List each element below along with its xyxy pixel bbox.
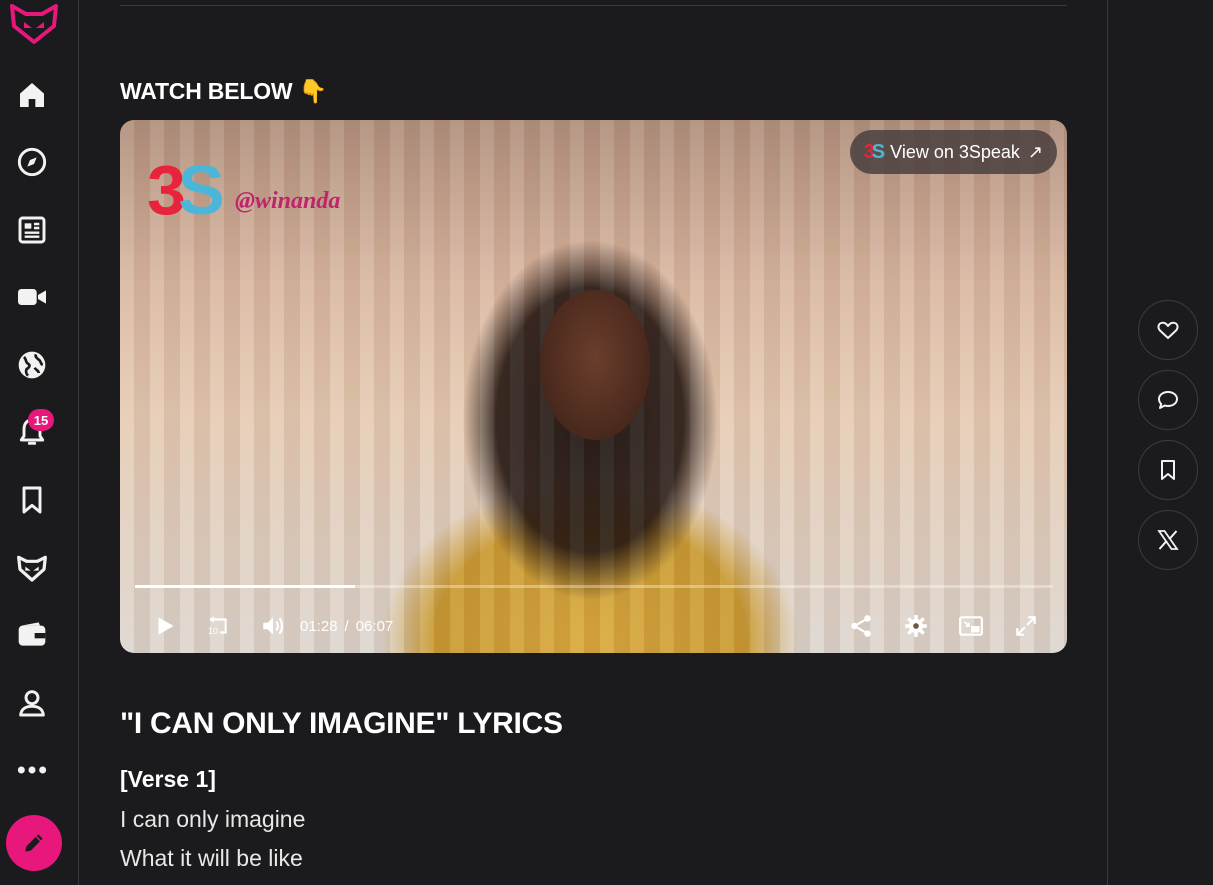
pip-icon [958,613,984,639]
current-time: 01:28 [300,617,338,635]
fox-icon[interactable] [14,550,50,586]
video-controls: 10 01:28 / 06:07 [120,608,1067,644]
post-content: WATCH BELOW 👇 3S @winanda 3S View on 3Sp… [79,0,1107,885]
lyric-line: I can only imagine [120,806,306,832]
pencil-icon [21,830,47,856]
divider [1107,0,1108,885]
time-display: 01:28 / 06:07 [300,608,393,644]
watch-heading: WATCH BELOW 👇 [120,78,328,104]
duration: 06:07 [355,617,394,635]
settings-button[interactable] [901,608,931,644]
fox-logo-icon[interactable] [8,4,60,44]
bookmark-icon [1156,458,1180,482]
external-link-icon: ↗ [1027,141,1043,162]
compose-button[interactable] [6,815,62,871]
video-camera-icon[interactable] [14,279,50,315]
play-icon [152,613,178,639]
comment-button[interactable] [1138,370,1198,430]
time-separator: / [344,617,349,635]
compass-icon[interactable] [14,144,50,180]
lyrics-heading: "I CAN ONLY IMAGINE" LYRICS [120,707,563,740]
like-button[interactable] [1138,300,1198,360]
bookmark-button[interactable] [1138,440,1198,500]
x-logo-icon [1156,528,1180,552]
user-icon[interactable] [14,685,50,721]
divider [120,5,1067,6]
wallet-icon[interactable] [14,617,50,653]
volume-button[interactable] [258,608,288,644]
gear-icon [903,613,929,639]
fullscreen-icon [1013,613,1039,639]
share-on-x-button[interactable] [1138,510,1198,570]
picture-in-picture-button[interactable] [956,608,986,644]
channel-handle-watermark: @winanda [235,188,341,214]
view-on-3speak-button[interactable]: 3S View on 3Speak ↗ [849,130,1057,174]
3speak-logo-icon: 3S [863,140,886,163]
video-progress-fill [135,585,356,588]
share-icon [848,613,874,639]
rewind-10-icon: 10 [205,613,231,639]
heart-icon [1156,318,1180,342]
share-button[interactable] [846,608,876,644]
newspaper-icon[interactable] [14,212,50,248]
verse-label: [Verse 1] [120,766,216,792]
bookmark-icon[interactable] [14,482,50,518]
rewind-button[interactable]: 10 [203,608,233,644]
3speak-watermark-logo: 3S [147,151,225,229]
view-on-3speak-label: View on 3Speak [890,141,1020,162]
lyric-line: What it will be like [120,845,303,871]
play-button[interactable] [150,608,180,644]
more-dots-icon[interactable] [14,752,50,788]
comment-icon [1156,388,1180,412]
rewind-seconds-label: 10 [208,626,219,636]
video-frame-subject [540,290,650,440]
globe-icon[interactable] [14,347,50,383]
notification-count-badge: 15 [28,409,54,431]
video-progress-bar[interactable] [135,585,1053,588]
speaker-icon [260,613,286,639]
left-sidebar: 15 [0,0,79,885]
fullscreen-button[interactable] [1011,608,1041,644]
home-icon[interactable] [14,77,50,113]
video-player[interactable]: 3S @winanda 3S View on 3Speak ↗ 10 01:28… [120,120,1067,653]
